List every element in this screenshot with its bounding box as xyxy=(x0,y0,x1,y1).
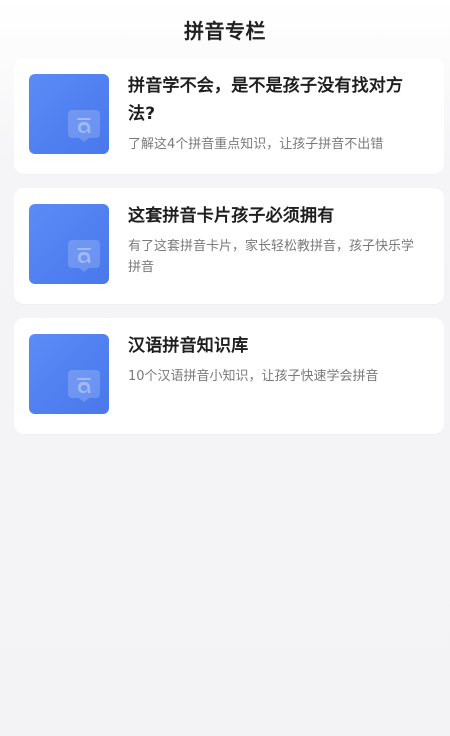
article-thumbnail xyxy=(29,204,109,284)
pinyin-a-tone-icon xyxy=(68,110,100,142)
pinyin-a-tone-icon xyxy=(68,240,100,272)
article-card[interactable]: 汉语拼音知识库 10个汉语拼音小知识，让孩子快速学会拼音 xyxy=(14,318,444,434)
article-list: 拼音学不会，是不是孩子没有找对方法? 了解这4个拼音重点知识，让孩子拼音不出错 … xyxy=(0,58,450,434)
page-title: 拼音专栏 xyxy=(184,18,266,43)
article-title: 拼音学不会，是不是孩子没有找对方法? xyxy=(128,76,404,124)
article-text: 这套拼音卡片孩子必须拥有 有了这套拼音卡片，家长轻松教拼音，孩子快乐学拼音 xyxy=(128,202,422,278)
pinyin-a-tone-icon xyxy=(68,370,100,402)
article-description: 有了这套拼音卡片，家长轻松教拼音，孩子快乐学拼音 xyxy=(128,239,415,275)
article-title: 这套拼音卡片孩子必须拥有 xyxy=(128,206,335,226)
article-description: 了解这4个拼音重点知识，让孩子拼音不出错 xyxy=(128,137,384,152)
article-card[interactable]: 拼音学不会，是不是孩子没有找对方法? 了解这4个拼音重点知识，让孩子拼音不出错 xyxy=(14,58,444,174)
article-card[interactable]: 这套拼音卡片孩子必须拥有 有了这套拼音卡片，家长轻松教拼音，孩子快乐学拼音 xyxy=(14,188,444,304)
top-bar: 拼音专栏 xyxy=(0,0,450,58)
article-text: 拼音学不会，是不是孩子没有找对方法? 了解这4个拼音重点知识，让孩子拼音不出错 xyxy=(128,72,422,155)
article-thumbnail xyxy=(29,334,109,414)
article-thumbnail xyxy=(29,74,109,154)
article-description: 10个汉语拼音小知识，让孩子快速学会拼音 xyxy=(128,369,379,384)
article-text: 汉语拼音知识库 10个汉语拼音小知识，让孩子快速学会拼音 xyxy=(128,332,422,387)
article-title: 汉语拼音知识库 xyxy=(128,336,249,356)
